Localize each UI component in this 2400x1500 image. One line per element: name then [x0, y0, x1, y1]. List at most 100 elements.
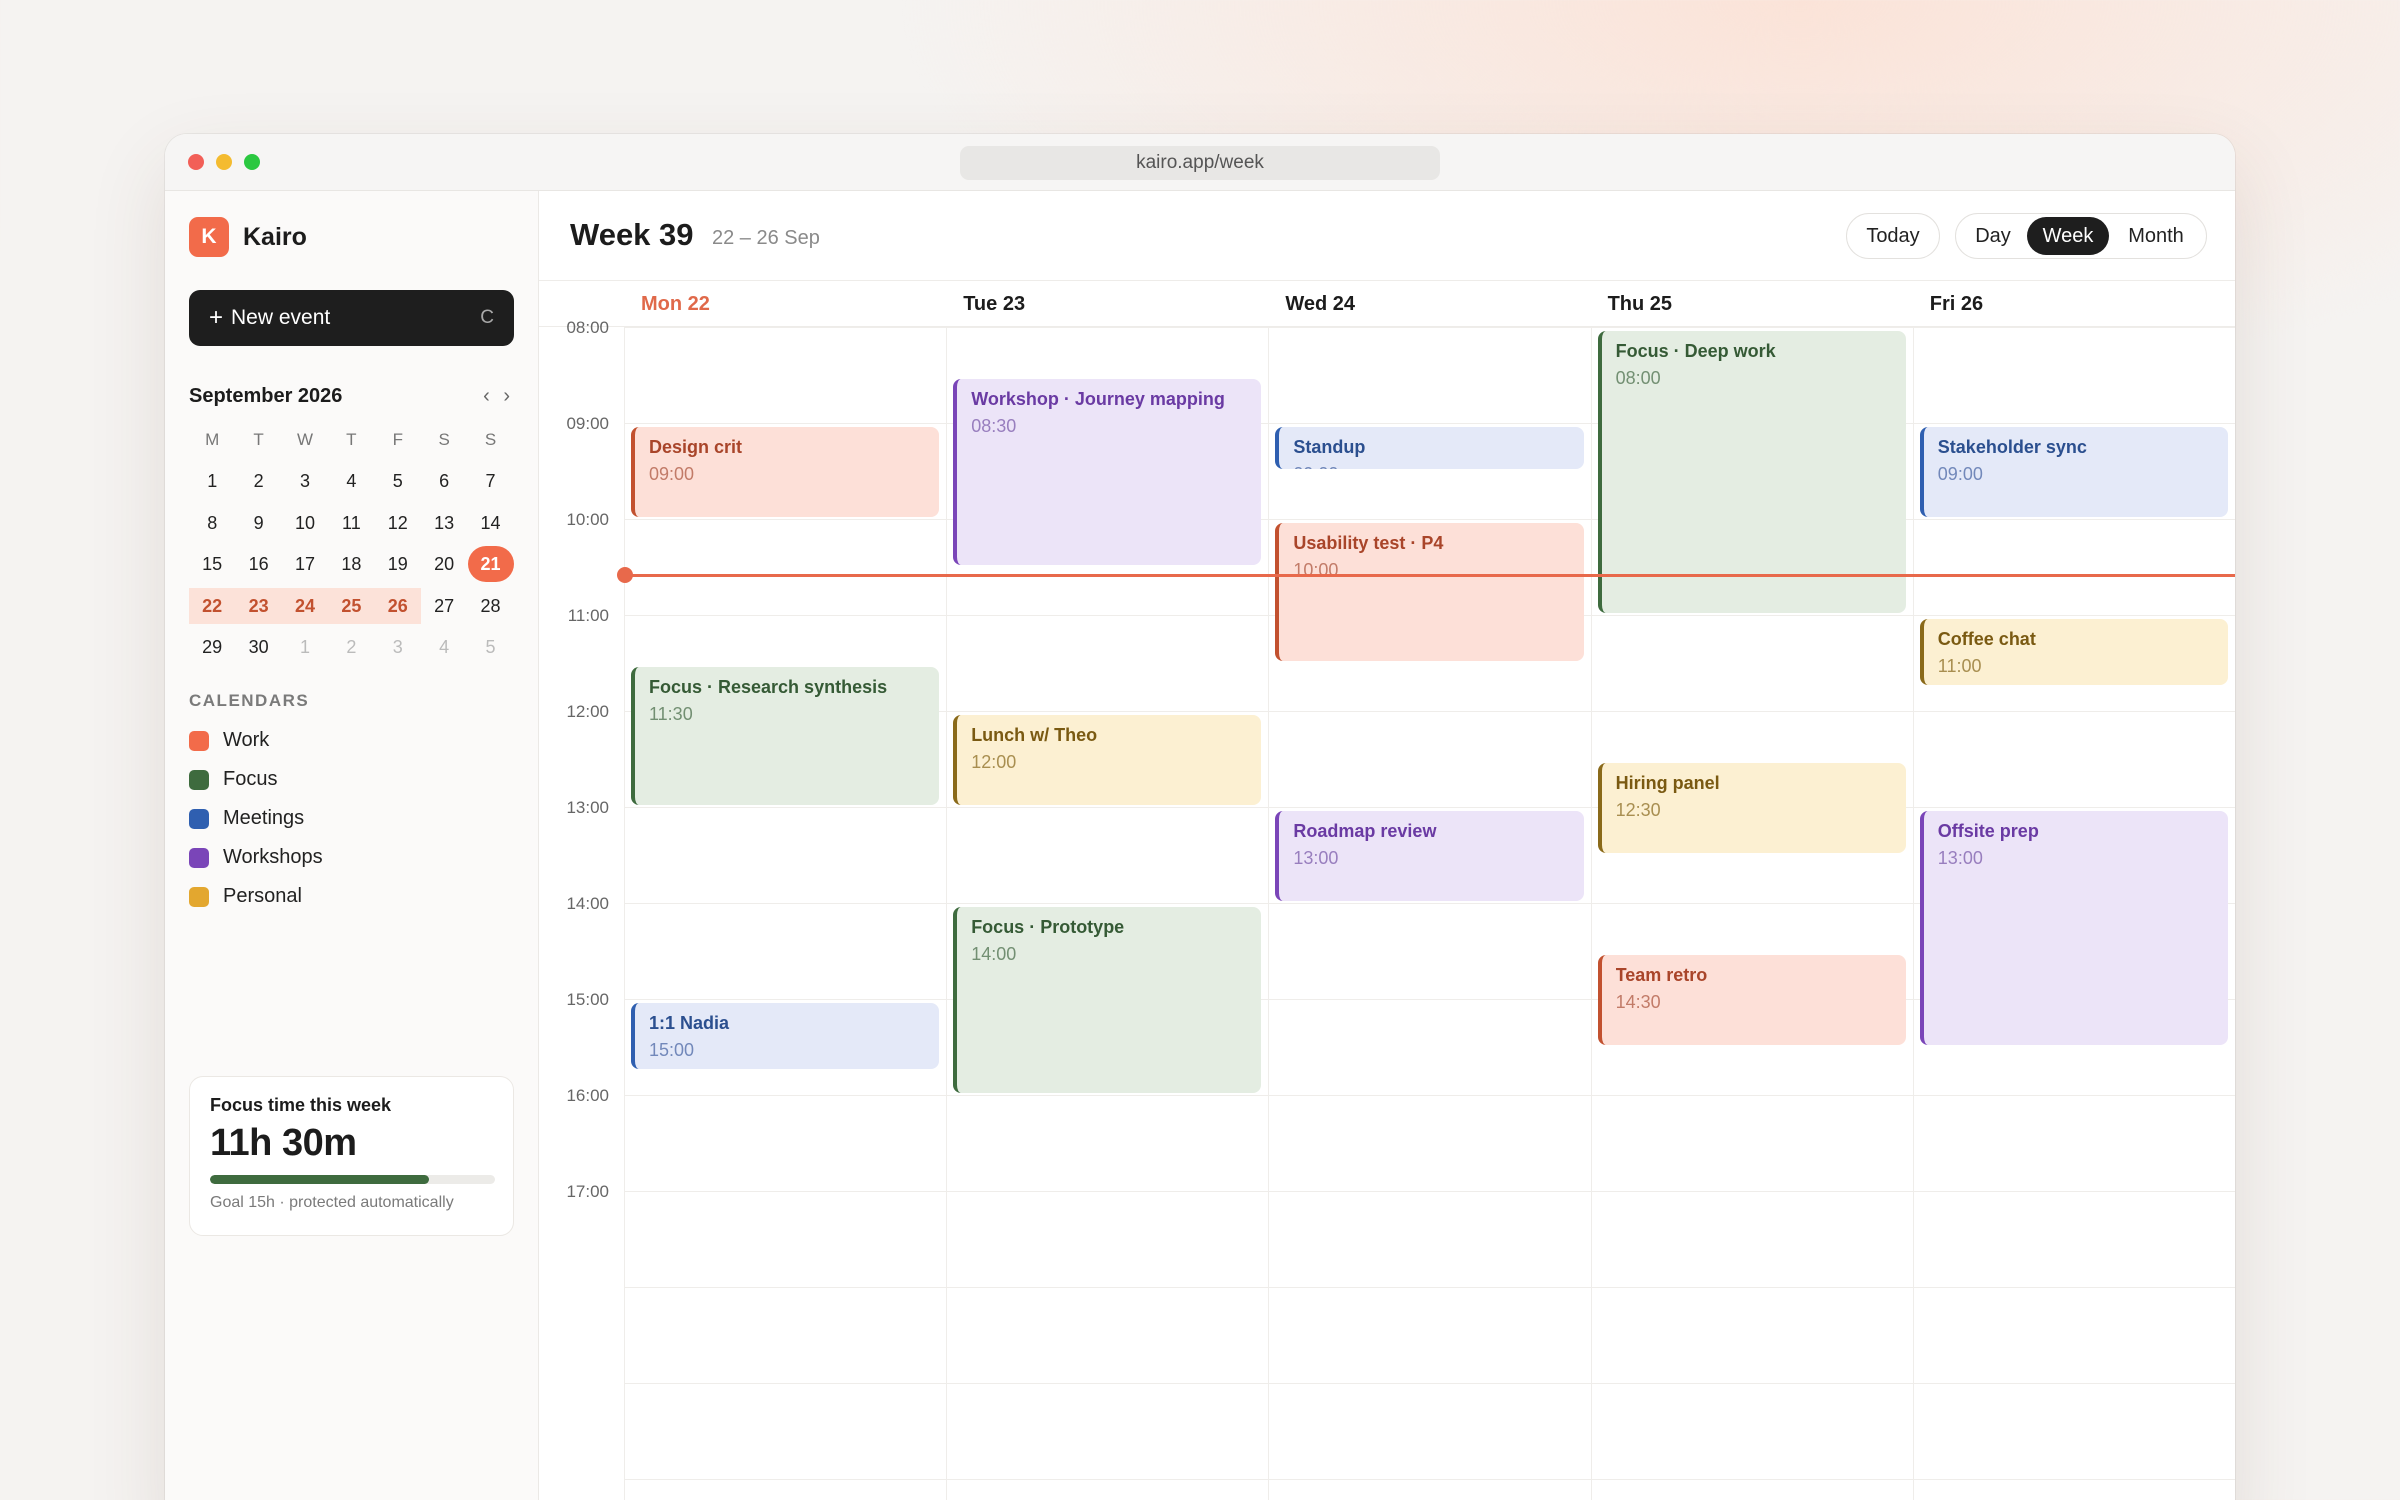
event-workshops[interactable]: Workshop · Journey mapping 08:30	[953, 379, 1262, 565]
current-time-line	[624, 574, 2235, 577]
event-meetings[interactable]: Standup 09:00	[1275, 427, 1584, 469]
mini-calendar-day[interactable]: 2	[328, 629, 374, 665]
event-title: Focus · Prototype	[971, 917, 1125, 937]
event-meetings[interactable]: Stakeholder sync 09:00	[1919, 427, 2228, 517]
calendar-item-personal[interactable]: Personal	[189, 877, 323, 916]
mini-calendar-day[interactable]: 1	[282, 629, 328, 665]
mini-calendar-day[interactable]: 10	[282, 505, 328, 541]
focus-progress-fill	[210, 1175, 429, 1184]
time-label: 08:00	[566, 318, 609, 337]
mini-calendar-day[interactable]: 4	[421, 629, 467, 665]
app-window: kairo.app/week K Kairo + New event C Sep…	[165, 134, 2235, 1500]
calendar-item-focus[interactable]: Focus	[189, 760, 323, 799]
day-header-0[interactable]: Mon 22	[624, 281, 946, 327]
mini-calendar-day[interactable]: 2	[235, 463, 281, 499]
mini-calendar-day[interactable]: 3	[375, 629, 421, 665]
mini-calendar-day[interactable]: 24	[281, 587, 329, 624]
address-bar[interactable]: kairo.app/week	[960, 146, 1440, 180]
weekday-label: M	[205, 429, 220, 449]
today-marker: 21	[467, 546, 514, 583]
calendar-item-meetings[interactable]: Meetings	[189, 799, 323, 838]
mini-calendar-day[interactable]: 8	[189, 505, 235, 541]
mini-calendar-day[interactable]: 15	[189, 546, 235, 582]
mini-calendar-day[interactable]: 6	[421, 463, 467, 499]
mini-calendar-day[interactable]: 29	[189, 629, 235, 665]
calendar-color-swatch	[189, 808, 209, 829]
mini-calendar-day[interactable]: 18	[328, 546, 374, 582]
event-work[interactable]: Design crit 09:00	[631, 427, 940, 517]
event-workshops[interactable]: Roadmap review 13:00	[1275, 811, 1584, 901]
event-work[interactable]: Usability test · P4 10:00	[1275, 523, 1584, 661]
event-personal[interactable]: Hiring panel 12:30	[1597, 763, 1906, 853]
mini-calendar-today[interactable]: 21	[467, 546, 514, 583]
mini-calendar-day[interactable]: 7	[467, 463, 513, 499]
mini-calendar-day[interactable]: 14	[467, 505, 513, 541]
mini-calendar-day[interactable]: 3	[282, 463, 328, 499]
day-header-2[interactable]: Wed 24	[1268, 281, 1590, 327]
mini-calendar-day[interactable]: 9	[235, 505, 281, 541]
mini-calendar-header: September 2026 ‹ ›	[189, 381, 514, 411]
view-week-button[interactable]: Week	[2027, 217, 2109, 255]
event-work[interactable]: Team retro 14:30	[1597, 955, 1906, 1045]
view-day-button[interactable]: Day	[1959, 217, 2027, 255]
new-event-button[interactable]: + New event C	[189, 290, 514, 346]
mini-calendar-day[interactable]: 19	[375, 546, 421, 582]
event-title: Focus · Research synthesis	[649, 677, 888, 697]
mini-calendar-day[interactable]: 16	[235, 546, 281, 582]
calendar-item-workshops[interactable]: Workshops	[189, 838, 323, 877]
mini-calendar-day[interactable]: 22	[189, 587, 236, 624]
close-window-button[interactable]	[188, 154, 204, 170]
main-panel: Week 39 22 – 26 Sep Today Day Week Month…	[539, 191, 2235, 1500]
mini-calendar-day[interactable]: 5	[375, 463, 421, 499]
day-header-3[interactable]: Thu 25	[1591, 281, 1913, 327]
mini-calendar-day[interactable]: 17	[282, 546, 328, 582]
event-time: 09:00	[1937, 464, 1983, 484]
mini-calendar-day[interactable]: 1	[189, 463, 235, 499]
event-meetings[interactable]: 1:1 Nadia 15:00	[631, 1003, 940, 1069]
mini-calendar-day[interactable]: 30	[235, 629, 281, 665]
mini-calendar-day[interactable]: 11	[328, 505, 374, 541]
view-month-button[interactable]: Month	[2109, 217, 2203, 255]
event-time: 08:30	[971, 416, 1017, 436]
mini-calendar-day[interactable]: 12	[375, 505, 421, 541]
day-column-divider	[946, 327, 948, 1500]
calendar-color-swatch	[189, 847, 209, 868]
day-header-4[interactable]: Fri 26	[1913, 281, 2235, 327]
event-time: 15:00	[649, 1040, 695, 1060]
minimize-window-button[interactable]	[216, 154, 232, 170]
day-header-1[interactable]: Tue 23	[946, 281, 1268, 327]
maximize-window-button[interactable]	[244, 154, 260, 170]
mini-calendar-day[interactable]: 27	[421, 588, 467, 624]
mini-calendar-nav-icon[interactable]: ‹ ›	[483, 381, 514, 411]
mini-calendar-day[interactable]: 20	[421, 546, 467, 582]
event-focus[interactable]: Focus · Deep work 08:00	[1597, 331, 1906, 613]
today-button[interactable]: Today	[1846, 213, 1940, 259]
event-focus[interactable]: Focus · Prototype 14:00	[953, 907, 1262, 1093]
event-time: 11:00	[1937, 656, 1982, 676]
event-title: Offsite prep	[1937, 821, 2039, 841]
calendar-item-work[interactable]: Work	[189, 721, 323, 760]
mini-calendar-day[interactable]: 4	[328, 463, 374, 499]
event-personal[interactable]: Lunch w/ Theo 12:00	[953, 715, 1262, 805]
mini-calendar-day[interactable]: 25	[328, 587, 375, 624]
event-personal[interactable]: Coffee chat 11:00	[1919, 619, 2228, 685]
mini-calendar-day[interactable]: 5	[467, 629, 513, 665]
calendar-color-swatch	[189, 769, 209, 790]
mini-calendar-day[interactable]: 28	[467, 588, 513, 624]
calendar-item-label: Meetings	[223, 807, 305, 829]
time-label: 13:00	[566, 798, 609, 817]
brand-name: Kairo	[243, 222, 307, 251]
mini-calendar-day[interactable]: 13	[421, 505, 467, 541]
week-grid[interactable]: 08:00 09:00 10:00 11:00 12:00 13:00 14:00 15:00…	[539, 318, 2235, 1500]
event-focus[interactable]: Focus · Research synthesis 11:30	[631, 667, 940, 805]
time-label: 12:00	[566, 702, 609, 721]
mini-calendar: M T W T F S S 1 2 3 4 5 6 7 8 9 10 11 12 13 14 15 16 17 18 19 20 21…	[189, 419, 514, 668]
hour-gridline	[624, 1287, 2235, 1288]
mini-calendar-day[interactable]: 23	[235, 587, 282, 624]
event-title: Lunch w/ Theo	[971, 725, 1098, 745]
focus-card-title: Focus time this week	[210, 1095, 392, 1115]
mini-calendar-month: September 2026	[189, 385, 343, 407]
mini-calendar-day[interactable]: 26	[374, 587, 421, 624]
time-label: 10:00	[566, 510, 609, 529]
event-workshops[interactable]: Offsite prep 13:00	[1919, 811, 2228, 1045]
